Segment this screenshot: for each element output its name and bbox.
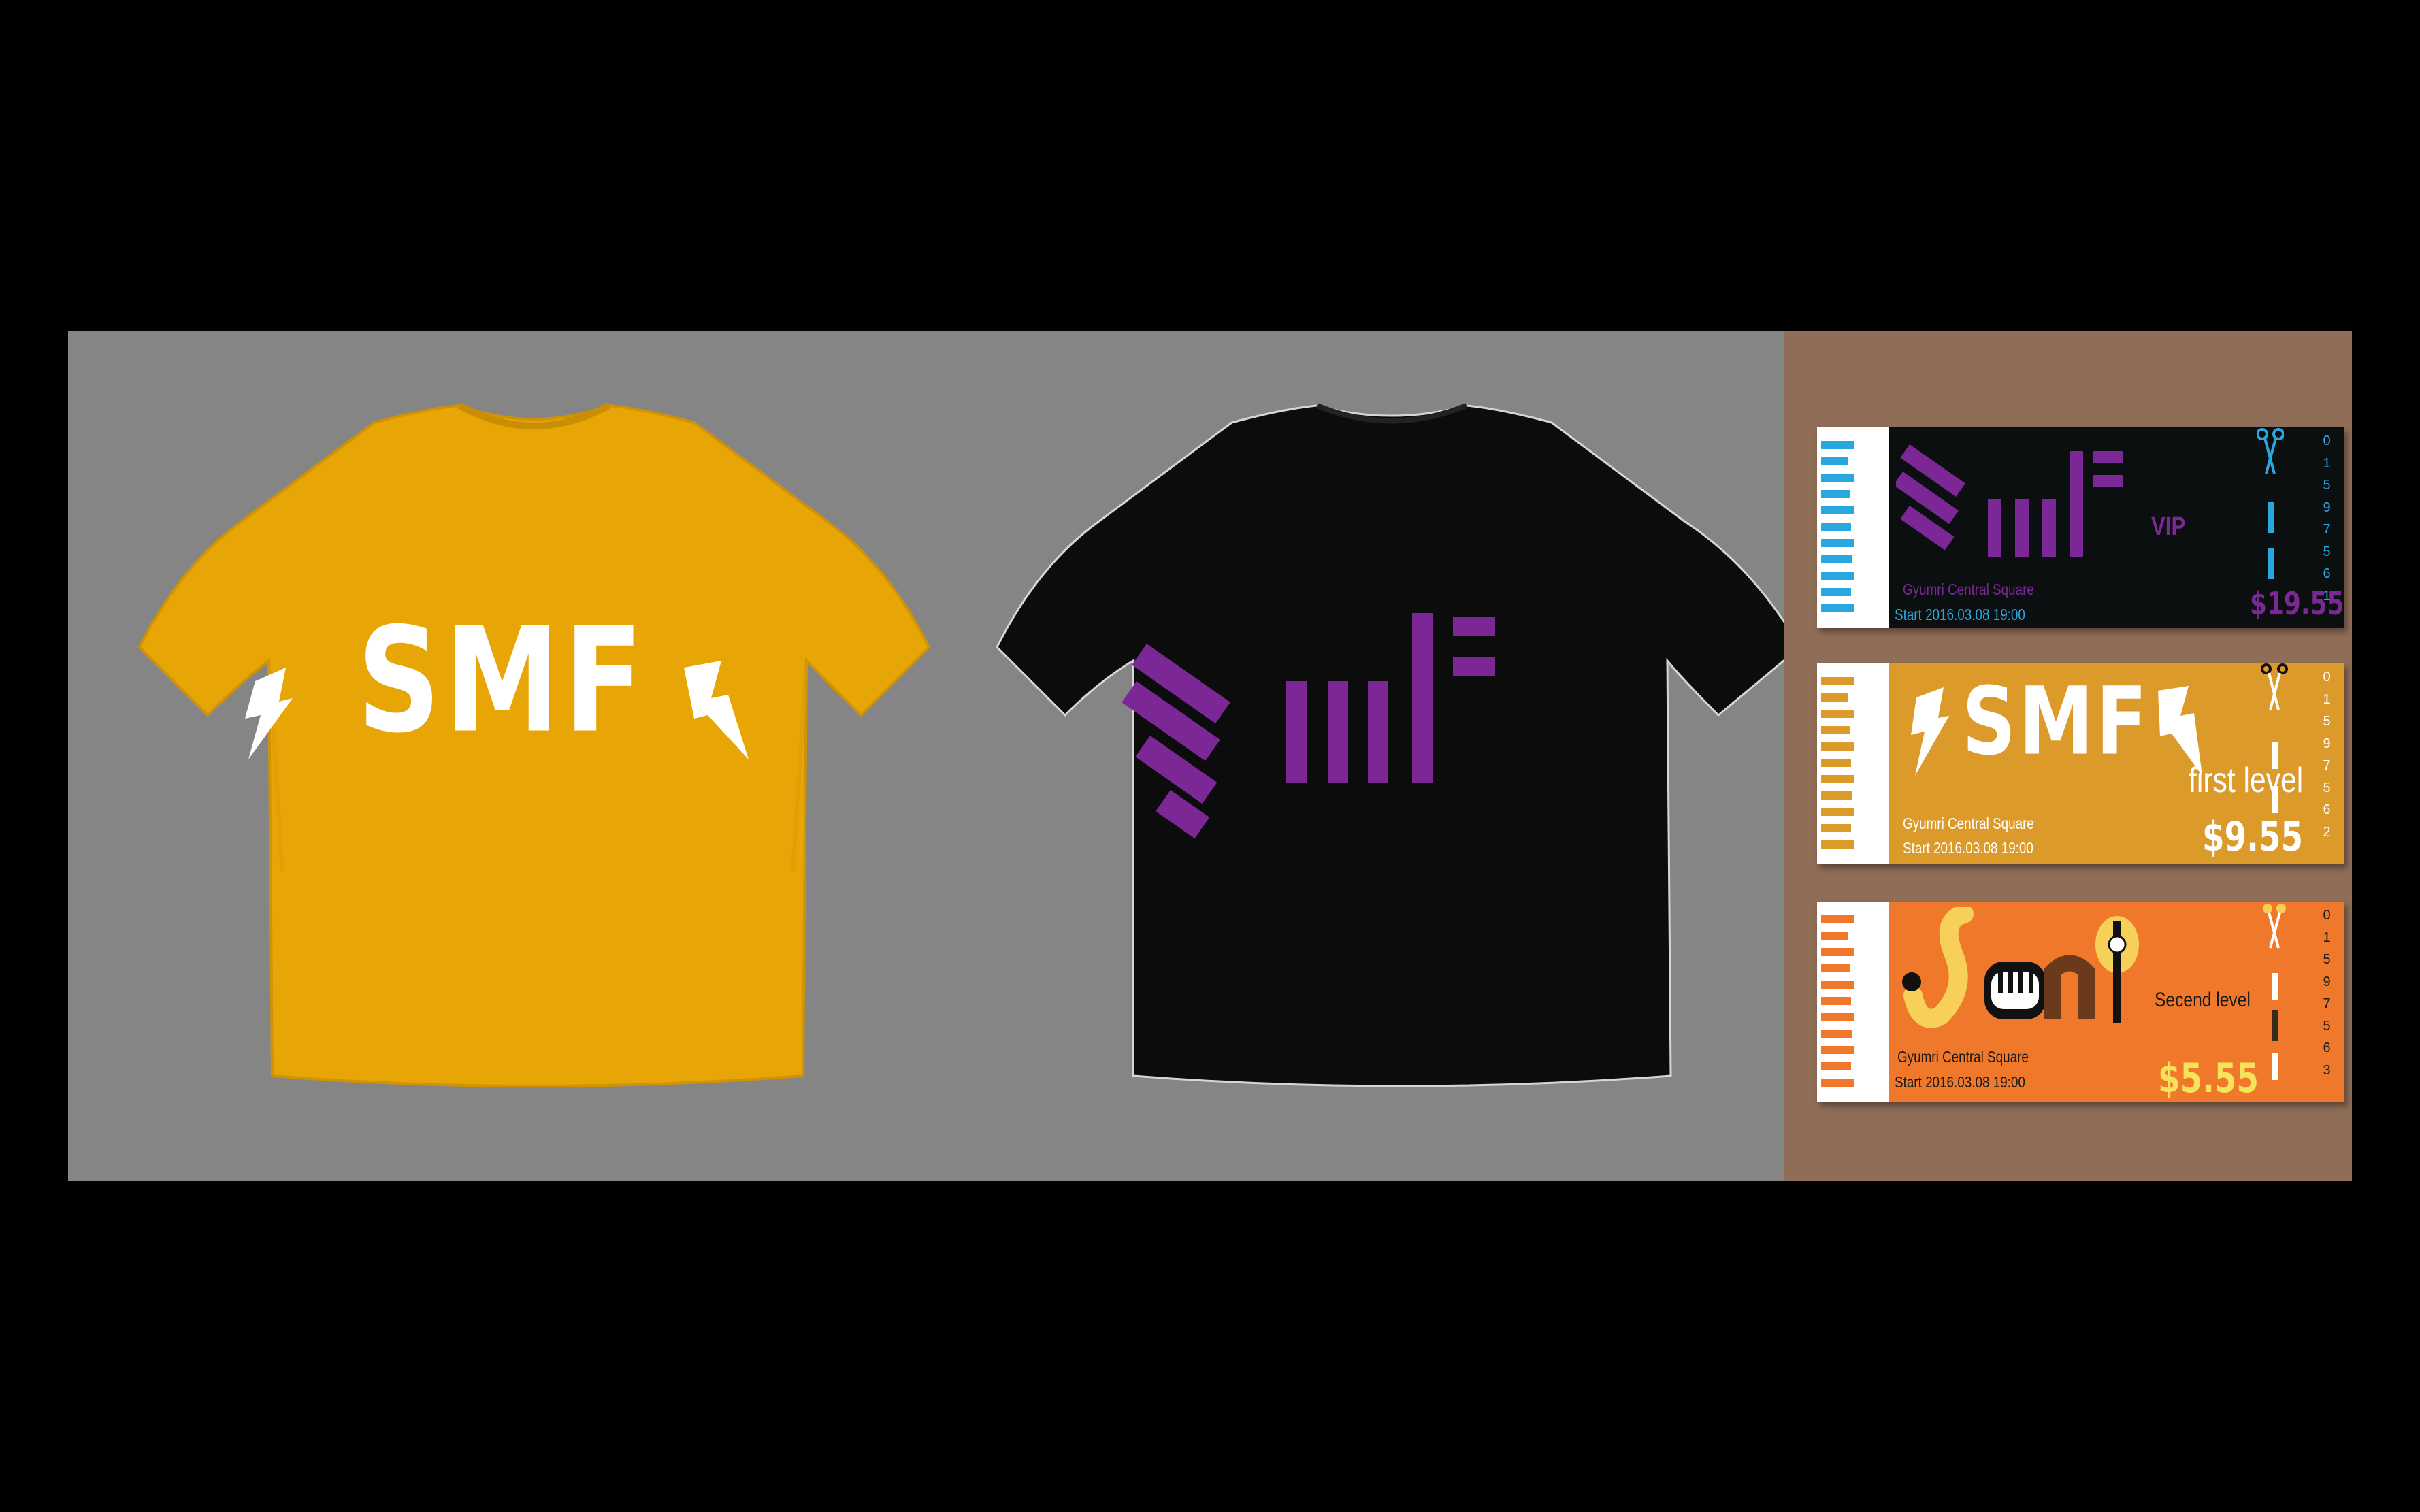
ticket-logo — [1896, 444, 2123, 557]
ticket-venue: Gyumri Central Square — [1903, 815, 2034, 832]
scissors-icon — [2263, 904, 2286, 949]
ticket-level: Secend level — [2155, 989, 2251, 1011]
ticket-perforation — [2272, 786, 2278, 813]
ticket-vip: VIP Gyumri Central Square Start 2016.03.… — [1817, 427, 2344, 628]
black-tshirt-body — [996, 404, 1801, 1087]
ticket-logo-instruments — [1902, 907, 2139, 1028]
ticket-perforation — [2272, 742, 2278, 769]
ticket-body: SMF first level Gyumri Central Square St… — [1889, 663, 2344, 864]
ticket-perforation — [2272, 973, 2278, 1000]
ticket-body: Secend level Gyumri Central Square Start… — [1889, 902, 2344, 1102]
ticket-stub — [1817, 427, 1889, 628]
ticket-perforation — [2272, 1010, 2278, 1041]
scissors-icon — [2257, 428, 2284, 474]
ticket-level: first level — [2189, 761, 2304, 800]
ticket-start: Start 2016.03.08 19:00 — [1895, 606, 2025, 623]
ticket-serial: 01 59 75 61 — [2323, 433, 2331, 604]
ticket-perforation — [2268, 502, 2274, 533]
ticket-price: $5.55 — [2158, 1055, 2259, 1102]
ticket-first-level: SMF first level Gyumri Central Square St… — [1817, 663, 2344, 864]
ticket-venue: Gyumri Central Square — [1903, 580, 2034, 598]
ticket-serial: 01 59 75 62 — [2323, 670, 2331, 840]
ticket-stub — [1817, 663, 1889, 864]
ticket-second-level: Secend level Gyumri Central Square Start… — [1817, 902, 2344, 1102]
ticket-logo-text: SMF — [1962, 667, 2150, 776]
ticket-perforation — [2268, 548, 2274, 579]
ticket-body: VIP Gyumri Central Square Start 2016.03.… — [1889, 427, 2344, 628]
ticket-stub — [1817, 902, 1889, 1102]
ticket-price: $9.55 — [2202, 813, 2304, 861]
ticket-serial: 01 59 75 63 — [2323, 908, 2331, 1078]
ticket-venue: Gyumri Central Square — [1897, 1048, 2029, 1066]
ticket-level: VIP — [2151, 512, 2186, 541]
black-tshirt — [996, 403, 1801, 1087]
ticket-perforation — [2272, 1053, 2278, 1080]
yellow-tshirt-logo-text: SMF — [357, 597, 647, 766]
ticket-start: Start 2016.03.08 19:00 — [1903, 839, 2033, 857]
ticket-start: Start 2016.03.08 19:00 — [1895, 1073, 2025, 1091]
scissors-icon — [2261, 663, 2288, 710]
